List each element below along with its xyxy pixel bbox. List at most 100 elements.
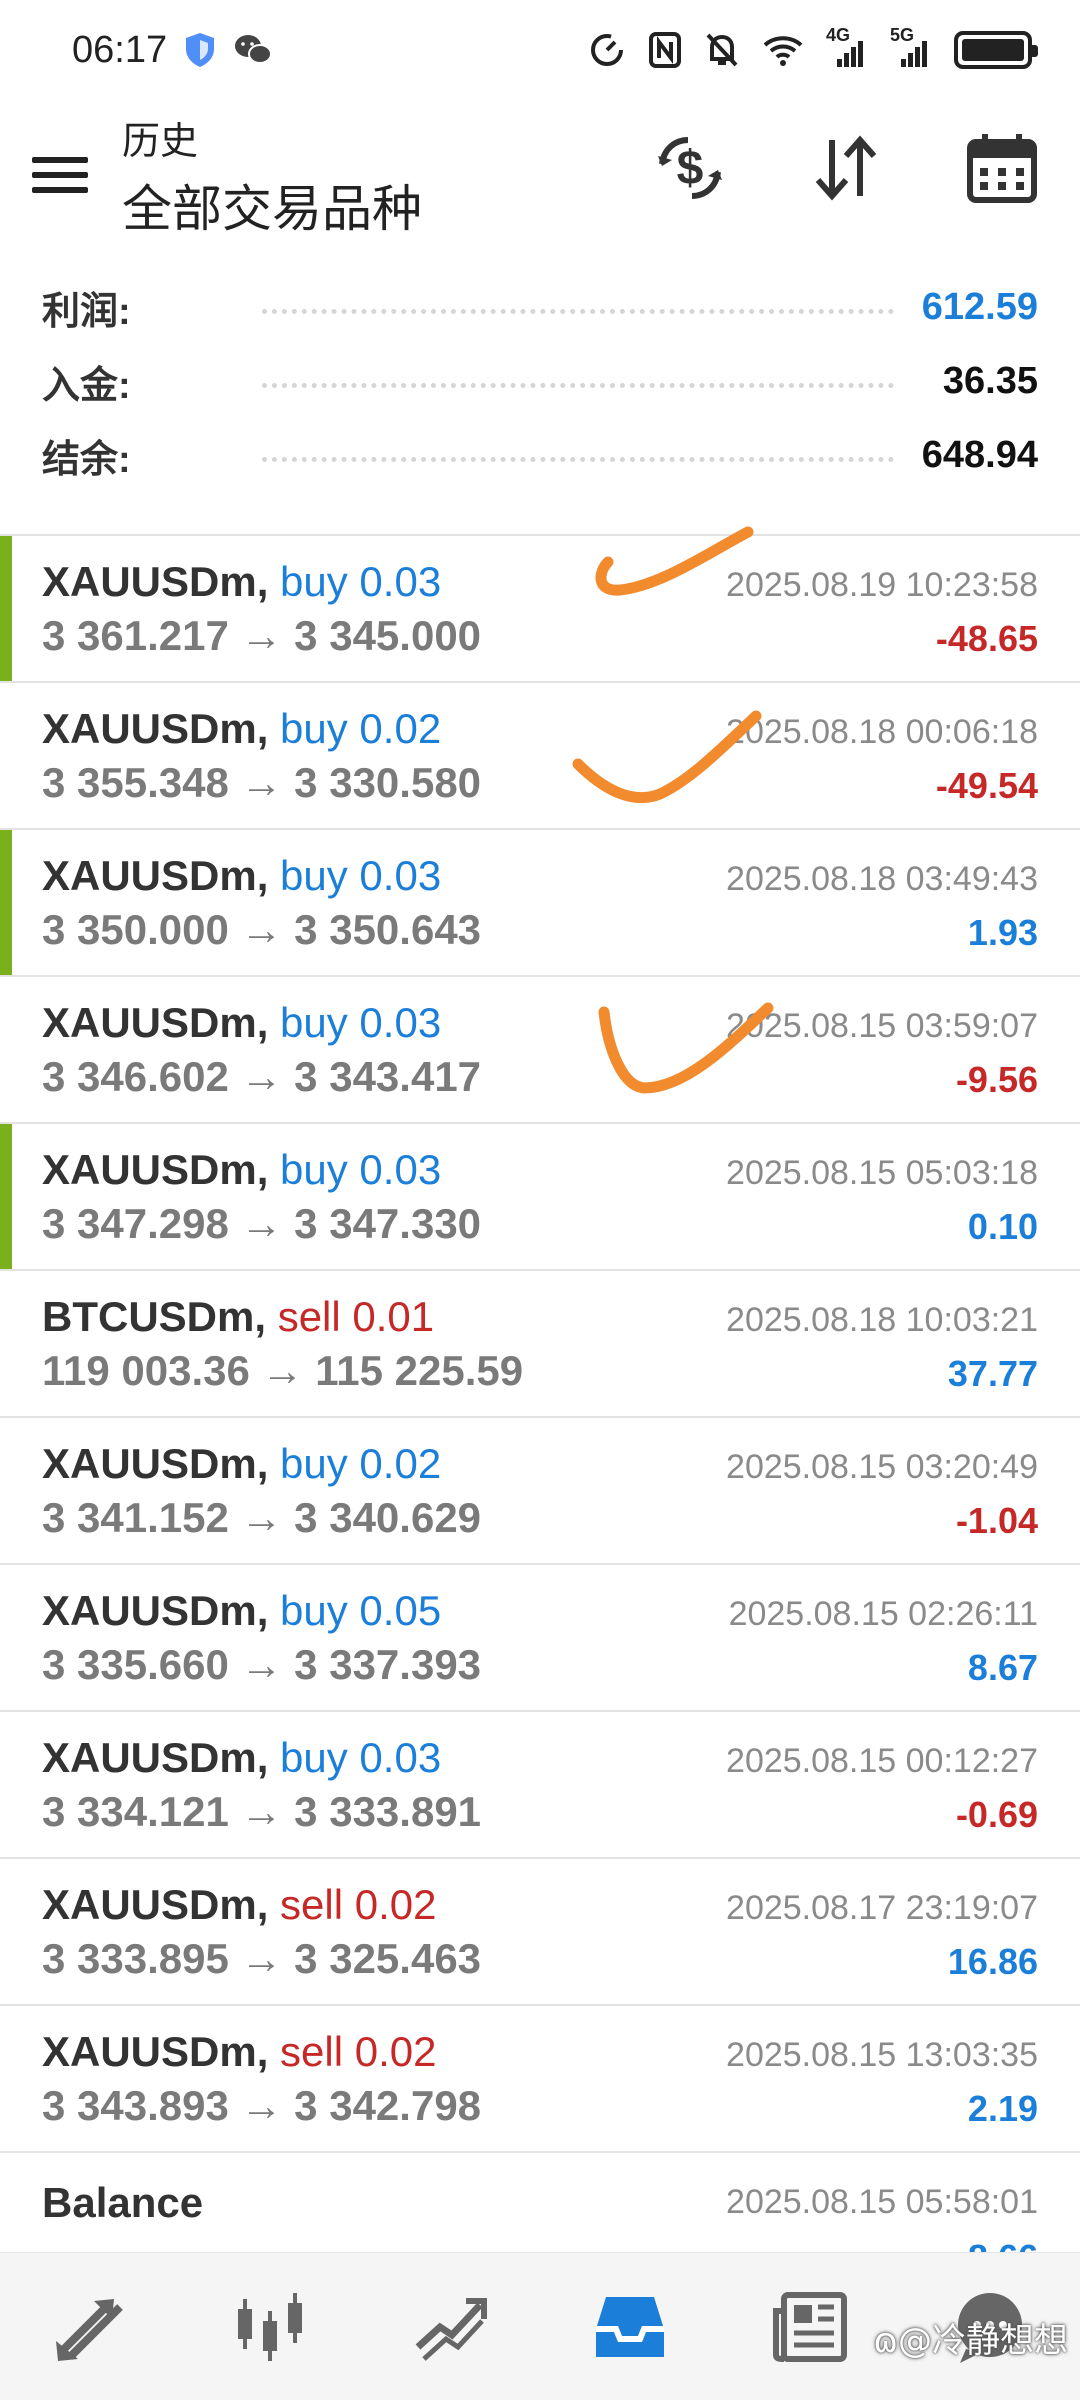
- deal-prices: 3 335.660 → 3 337.393: [42, 1641, 482, 1688]
- page-subtitle: 历史: [122, 120, 199, 163]
- deal-symbol: XAUUSDm,: [42, 2028, 269, 2075]
- page-title[interactable]: 全部交易品种: [122, 169, 422, 241]
- deal-direction: buy 0.03: [280, 852, 442, 899]
- deal-direction: sell 0.02: [280, 2028, 437, 2075]
- menu-icon[interactable]: [30, 151, 90, 199]
- deal-symbol: XAUUSDm,: [42, 999, 269, 1046]
- deal-time: 2025.08.19 10:23:58: [726, 566, 1038, 604]
- watermark-text: 冷静想想: [932, 2321, 1068, 2361]
- watermark-logo-icon: ɷ: [873, 2321, 898, 2361]
- dollar-exchange-icon: $: [658, 137, 722, 199]
- deal-prices: 3 350.000 → 3 350.643: [42, 906, 482, 953]
- dotted-leader: [262, 456, 894, 462]
- deal-profit: 16.86: [947, 1941, 1038, 1982]
- nav-quotes[interactable]: [40, 2277, 140, 2377]
- deal-prices: 3 334.121 → 3 333.891: [42, 1788, 482, 1835]
- deal-profit: 0.10: [967, 1206, 1038, 1247]
- currency-filter-button[interactable]: $: [652, 130, 728, 206]
- balance-time: 2025.08.15 05:58:01: [726, 2183, 1038, 2221]
- sort-button[interactable]: [808, 130, 884, 206]
- wechat-icon: [233, 32, 273, 68]
- calendar-button[interactable]: [964, 130, 1040, 206]
- history-inbox-icon: [596, 2296, 664, 2357]
- deal-direction: buy 0.05: [280, 1587, 442, 1634]
- deal-row[interactable]: XAUUSDm, buy 0.05 3 335.660 → 3 337.393 …: [0, 1565, 1080, 1712]
- deal-row[interactable]: XAUUSDm, buy 0.03 3 346.602 → 3 343.417 …: [0, 977, 1080, 1124]
- deal-row[interactable]: XAUUSDm, buy 0.03 3 361.217 → 3 345.000 …: [0, 536, 1080, 683]
- deal-time: 2025.08.15 02:26:11: [728, 1595, 1038, 1633]
- balance-row[interactable]: Balance 2025.08.15 05:58:01 8.66: [0, 2153, 1080, 2278]
- deal-row[interactable]: XAUUSDm, buy 0.03 3 347.298 → 3 347.330 …: [0, 1124, 1080, 1271]
- nav-history[interactable]: [580, 2277, 680, 2377]
- deal-symbol: XAUUSDm,: [42, 1734, 269, 1781]
- deal-profit: -1.04: [955, 1500, 1038, 1541]
- deal-symbol: BTCUSDm,: [42, 1293, 267, 1340]
- signal-5g-icon: 5G: [890, 25, 932, 69]
- deal-row[interactable]: XAUUSDm, buy 0.03 3 350.000 → 3 350.643 …: [0, 830, 1080, 977]
- deal-direction: buy 0.03: [280, 1734, 442, 1781]
- summary-label: 结余:: [42, 438, 131, 481]
- deal-direction: buy 0.02: [280, 705, 442, 752]
- deal-prices: 3 333.895 → 3 325.463: [42, 1935, 482, 1982]
- deal-profit: 37.77: [947, 1353, 1038, 1394]
- news-icon: [773, 2291, 847, 2362]
- deal-row[interactable]: XAUUSDm, buy 0.02 3 341.152 → 3 340.629 …: [0, 1418, 1080, 1565]
- deal-profit: 2.19: [967, 2088, 1038, 2129]
- data-saver-icon: [588, 31, 626, 69]
- deal-time: 2025.08.18 10:03:21: [726, 1301, 1038, 1339]
- nfc-icon: [648, 31, 682, 69]
- deal-prices: 3 343.893 → 3 342.798: [42, 2082, 482, 2129]
- balance-label: Balance: [42, 2179, 204, 2226]
- deal-row[interactable]: XAUUSDm, sell 0.02 3 343.893 → 3 342.798…: [0, 2006, 1080, 2153]
- deal-prices: 3 355.348 → 3 330.580: [42, 759, 482, 806]
- network-4g-label: 4G: [826, 25, 851, 45]
- svg-text:$: $: [677, 142, 704, 195]
- watermark: ɷ@冷静想想: [873, 2313, 1068, 2362]
- deal-prices: 3 346.602 → 3 343.417: [42, 1053, 482, 1100]
- deal-row[interactable]: XAUUSDm, buy 0.03 3 334.121 → 3 333.891 …: [0, 1712, 1080, 1859]
- deal-symbol: XAUUSDm,: [42, 1146, 269, 1193]
- deal-direction: buy 0.02: [280, 1440, 442, 1487]
- nav-news[interactable]: [760, 2277, 860, 2377]
- deal-symbol: XAUUSDm,: [42, 852, 269, 899]
- deal-time: 2025.08.15 03:59:07: [726, 1007, 1038, 1045]
- deal-profit: -9.56: [955, 1059, 1038, 1100]
- deal-symbol: XAUUSDm,: [42, 1587, 269, 1634]
- deal-row[interactable]: XAUUSDm, buy 0.02 3 355.348 → 3 330.580 …: [0, 683, 1080, 830]
- deal-time: 2025.08.15 03:20:49: [726, 1448, 1038, 1486]
- deal-direction: sell 0.01: [277, 1293, 435, 1340]
- summary-value: 36.35: [942, 359, 1038, 402]
- status-time: 06:17: [72, 28, 168, 71]
- deal-time: 2025.08.17 23:19:07: [726, 1889, 1038, 1927]
- summary-panel: 利润: 612.59 入金: 36.35 结余: 648.94: [0, 250, 1080, 502]
- deal-symbol: XAUUSDm,: [42, 1881, 269, 1928]
- app-header: 历史 全部交易品种 $: [0, 100, 1080, 250]
- nav-chart[interactable]: [220, 2277, 320, 2377]
- mute-bell-icon: [704, 31, 740, 69]
- summary-label: 利润:: [42, 290, 131, 333]
- deal-time: 2025.08.15 00:12:27: [726, 1742, 1038, 1780]
- deal-profit: 1.93: [967, 912, 1038, 953]
- calendar-icon: [967, 134, 1037, 203]
- deal-profit: -0.69: [955, 1794, 1038, 1835]
- deal-direction: buy 0.03: [280, 999, 442, 1046]
- wifi-icon: [762, 33, 804, 67]
- summary-value: 648.94: [921, 433, 1038, 476]
- deal-prices: 3 341.152 → 3 340.629: [42, 1494, 482, 1541]
- deal-profit: -48.65: [935, 618, 1038, 659]
- deal-symbol: XAUUSDm,: [42, 1440, 269, 1487]
- candlestick-chart-icon: [238, 2292, 302, 2361]
- nav-trade[interactable]: [400, 2277, 500, 2377]
- signal-4g-icon: 4G: [826, 25, 868, 69]
- deal-direction: buy 0.03: [280, 558, 442, 605]
- summary-balance-row: 结余: 648.94: [42, 418, 1038, 492]
- trade-lines-icon: [415, 2297, 487, 2361]
- deal-direction: buy 0.03: [280, 1146, 442, 1193]
- deal-time: 2025.08.15 05:03:18: [726, 1154, 1038, 1192]
- title-block: 历史 全部交易品种: [122, 110, 422, 241]
- dotted-leader: [262, 382, 894, 388]
- deal-prices: 119 003.36 → 115 225.59: [42, 1347, 524, 1394]
- deal-row[interactable]: BTCUSDm, sell 0.01 119 003.36 → 115 225.…: [0, 1271, 1080, 1418]
- deal-row[interactable]: XAUUSDm, sell 0.02 3 333.895 → 3 325.463…: [0, 1859, 1080, 2006]
- deal-symbol: XAUUSDm,: [42, 705, 269, 752]
